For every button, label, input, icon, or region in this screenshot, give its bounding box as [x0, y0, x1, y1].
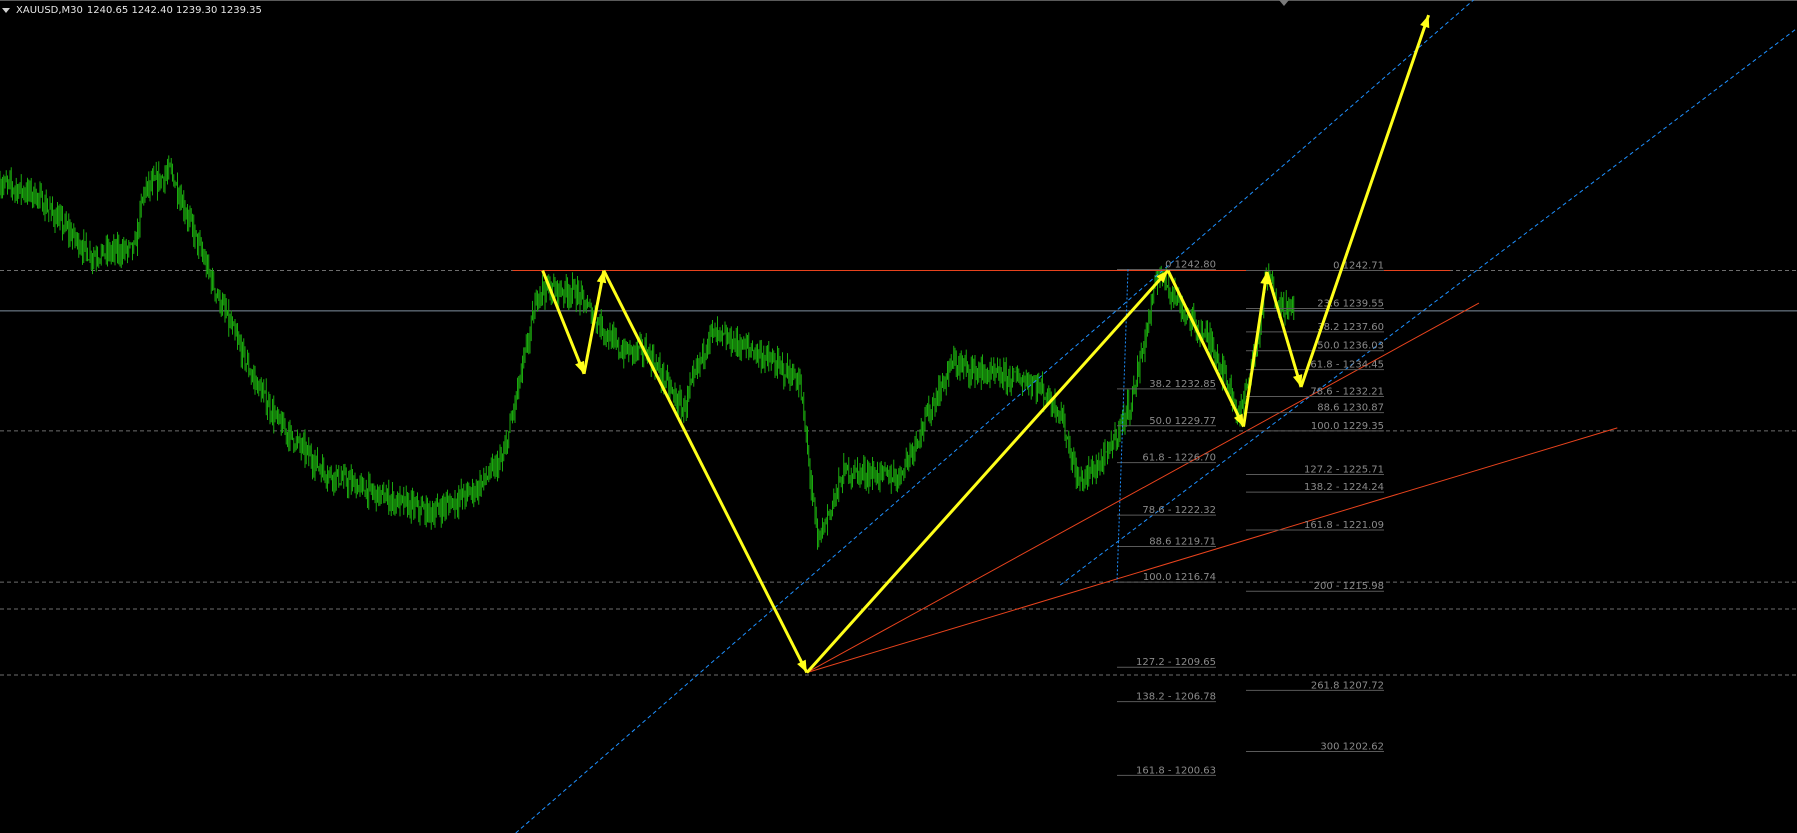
fib-0-label-6: 100.0 1216.74: [1143, 572, 1216, 583]
fib-1-label-7: 100.0 1229.35: [1311, 421, 1384, 432]
fib-1-label-6: 88.6 1230.87: [1317, 403, 1384, 414]
fib-1-label-11: 200 - 1215.98: [1314, 581, 1384, 592]
price-chart[interactable]: XAUUSD,M30 1240.65 1242.40 1239.30 1239.…: [0, 0, 1797, 833]
trendline-1: [806, 427, 1618, 674]
fib-0-label-8: 138.2 - 1206.78: [1136, 692, 1216, 703]
zigzag-segment-5: [1242, 271, 1269, 427]
fib-1-label-9: 138.2 - 1224.24: [1304, 482, 1384, 493]
zigzag-arrowhead-2: [797, 659, 807, 673]
fib-0-label-2: 50.0 1229.77: [1149, 416, 1216, 427]
zigzag-segment-2: [602, 269, 809, 674]
fib-0-label-7: 127.2 - 1209.65: [1136, 657, 1216, 668]
channel-line-0: [515, 0, 1474, 833]
fib-1-label-4: 61.8 - 1234.45: [1310, 360, 1384, 371]
zigzag-segment-4: [1166, 269, 1245, 428]
zigzag-arrowhead-7: [1420, 15, 1430, 29]
fib-1-label-5: 78.6 - 1232.21: [1310, 387, 1384, 398]
plot-area: 0 1242.80 38.2 1232.85 50.0 1229.77 61.8 - …: [0, 0, 1797, 833]
fib-1-label-12: 261.8 1207.72: [1311, 680, 1384, 691]
zigzag-arrowhead-0: [575, 360, 585, 374]
fib-1-label-10: 161.8 - 1221.09: [1304, 520, 1384, 531]
fib-0-label-4: 78.6 - 1222.32: [1142, 505, 1216, 516]
fib-0-label-5: 88.6 1219.71: [1149, 536, 1216, 547]
fib-1-label-8: 127.2 - 1225.71: [1304, 465, 1384, 476]
channel-line-1: [1059, 27, 1797, 586]
fib-0-label-3: 61.8 - 1226.70: [1142, 453, 1216, 464]
fib-0-label-9: 161.8 - 1200.63: [1136, 765, 1216, 776]
fib-1-label-3: 50.0 1236.03: [1317, 341, 1384, 352]
fib-0-label-0: 0 1242.80: [1165, 259, 1216, 270]
fib-1-label-2: 38.2 1237.60: [1317, 322, 1384, 333]
zigzag-arrowhead-4: [1233, 413, 1244, 427]
fib-1-label-13: 300 1202.62: [1320, 742, 1384, 753]
fib-0-label-1: 38.2 1232.85: [1149, 379, 1216, 390]
